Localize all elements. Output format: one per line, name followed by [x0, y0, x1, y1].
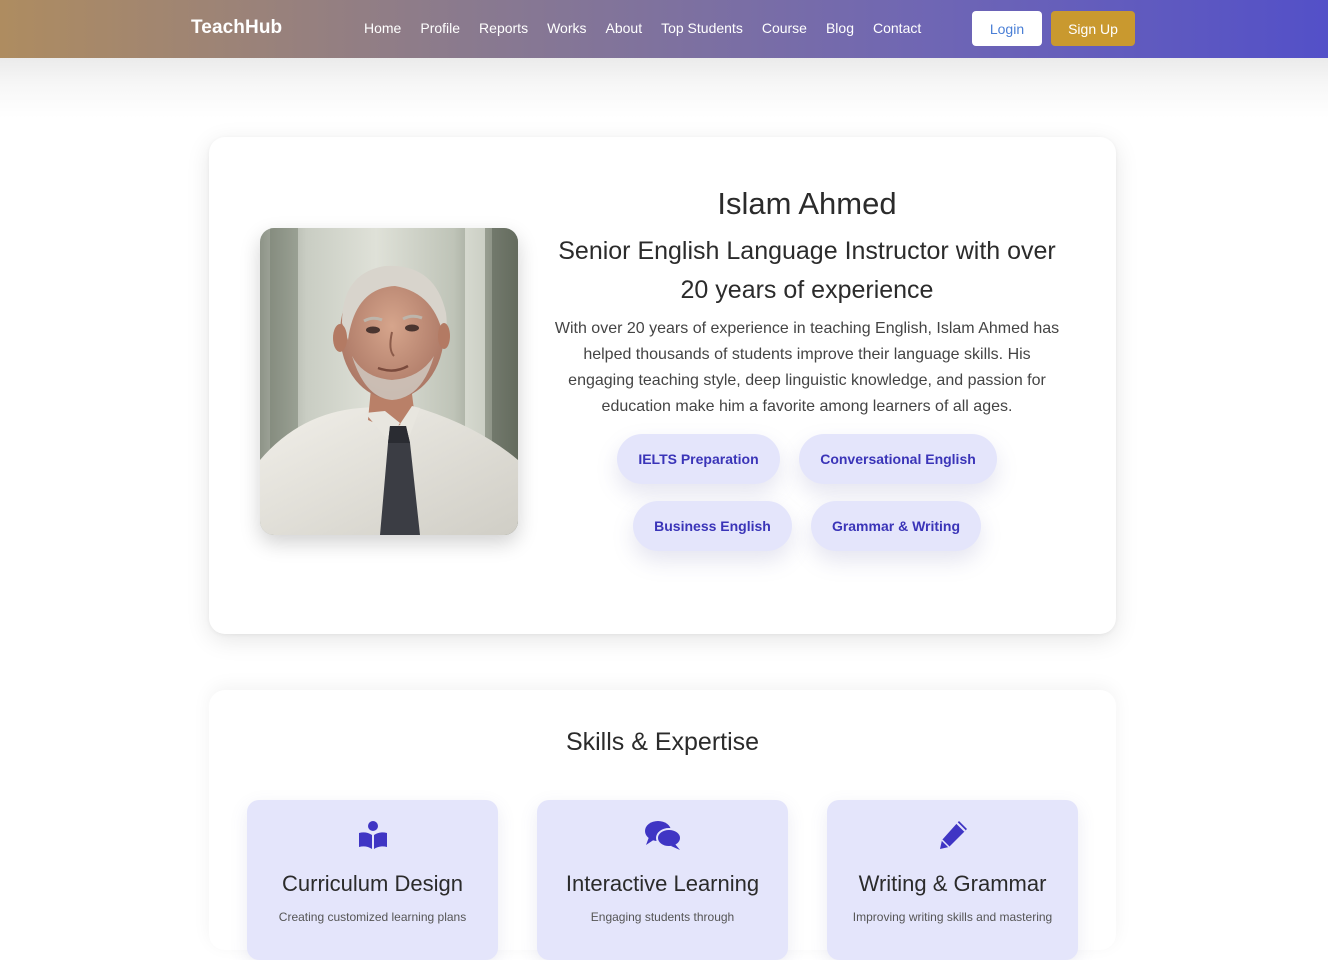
skill-name: Writing & Grammar [858, 871, 1047, 896]
top-navbar: TeachHub Home Profile Reports Works Abou… [0, 0, 1328, 58]
skill-description: Engaging students through [590, 910, 735, 924]
profile-bio: With over 20 years of experience in teac… [554, 320, 1060, 415]
comments-icon [537, 818, 788, 852]
expertise-tags: IELTS Preparation Conversational English… [589, 434, 1025, 554]
skill-name: Curriculum Design [282, 871, 463, 896]
nav-link-profile[interactable]: Profile [420, 20, 460, 37]
nav-link-home[interactable]: Home [364, 20, 401, 37]
login-button[interactable]: Login [972, 11, 1042, 46]
skills-section: Skills & Expertise Curriculum Design Cre… [209, 690, 1116, 960]
navbar-shadow [0, 58, 1328, 118]
skill-card-writing-grammar[interactable]: Writing & Grammar Improving writing skil… [827, 800, 1078, 960]
profile-info: Islam Ahmed Senior English Language Inst… [544, 183, 1070, 420]
skill-name: Interactive Learning [565, 871, 760, 896]
profile-photo-image [260, 228, 518, 535]
tag-grammar-writing[interactable]: Grammar & Writing [811, 501, 981, 551]
skill-description: Improving writing skills and mastering [852, 910, 1053, 924]
profile-name: Islam Ahmed [717, 186, 897, 221]
nav-link-reports[interactable]: Reports [479, 20, 528, 37]
tag-business-english[interactable]: Business English [633, 501, 792, 551]
signup-button[interactable]: Sign Up [1051, 11, 1135, 46]
skill-card-curriculum-design[interactable]: Curriculum Design Creating customized le… [247, 800, 498, 960]
profile-photo [260, 228, 518, 535]
tag-conversational-english[interactable]: Conversational English [799, 434, 997, 484]
tag-ielts-preparation[interactable]: IELTS Preparation [617, 434, 780, 484]
profile-headline: Senior English Language Instructor with … [558, 237, 1056, 304]
brand-logo[interactable]: TeachHub [191, 17, 282, 39]
nav-link-contact[interactable]: Contact [873, 20, 921, 37]
profile-card: Islam Ahmed Senior English Language Inst… [209, 137, 1116, 634]
skill-card-interactive-learning[interactable]: Interactive Learning Engaging students t… [537, 800, 788, 960]
skills-title: Skills & Expertise [565, 728, 760, 756]
skill-description: Creating customized learning plans [278, 910, 467, 924]
book-reader-icon [247, 818, 498, 852]
nav-link-top-students[interactable]: Top Students [661, 20, 743, 37]
nav-link-blog[interactable]: Blog [826, 20, 854, 37]
nav-link-course[interactable]: Course [762, 20, 807, 37]
nav-link-about[interactable]: About [606, 20, 643, 37]
pencil-icon [827, 818, 1078, 852]
nav-link-works[interactable]: Works [547, 20, 586, 37]
nav-links: Home Profile Reports Works About Top Stu… [364, 20, 940, 37]
